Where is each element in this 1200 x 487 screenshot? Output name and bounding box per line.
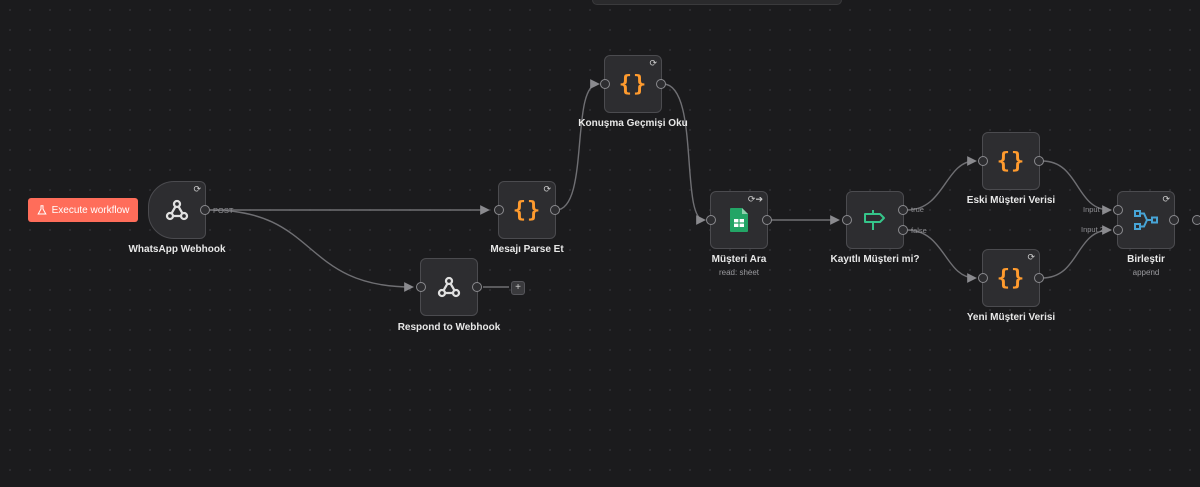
node-musteri-ara[interactable]: ⟳➔ bbox=[706, 191, 772, 249]
port-label-post: POST bbox=[213, 206, 234, 215]
port-label-true: true bbox=[911, 205, 924, 214]
node-label-eski-musteri-verisi: Eski Müşteri Verisi bbox=[966, 195, 1056, 206]
node-sublabel-musteri-ara: read: sheet bbox=[718, 268, 760, 277]
webhook-icon bbox=[437, 276, 461, 298]
input-handle[interactable] bbox=[706, 215, 716, 225]
port-label-input-1: Input 1 bbox=[1083, 205, 1106, 214]
node-label-mesaji-parse-et: Mesajı Parse Et bbox=[490, 244, 564, 255]
port-label-input-2: Input 2 bbox=[1081, 225, 1104, 234]
input-handle[interactable] bbox=[842, 215, 852, 225]
node-label-yeni-musteri-verisi: Yeni Müşteri Verisi bbox=[966, 312, 1056, 323]
input-handle-2[interactable] bbox=[1113, 225, 1123, 235]
node-status-icon: ⟳ bbox=[1162, 194, 1170, 204]
node-label-respond-to-webhook: Respond to Webhook bbox=[397, 322, 501, 333]
node-yeni-musteri-verisi[interactable]: ⟳ {} bbox=[978, 249, 1044, 307]
code-braces-icon: {} bbox=[996, 265, 1026, 291]
output-handle[interactable] bbox=[1034, 156, 1044, 166]
add-node-button[interactable]: + bbox=[511, 281, 525, 295]
input-handle[interactable] bbox=[978, 273, 988, 283]
input-handle[interactable] bbox=[600, 79, 610, 89]
node-birlestir[interactable]: ⟳ bbox=[1113, 191, 1179, 249]
output-handle[interactable] bbox=[1034, 273, 1044, 283]
execute-workflow-button[interactable]: Execute workflow bbox=[28, 198, 138, 222]
edge-if-true bbox=[906, 156, 977, 211]
code-braces-icon: {} bbox=[996, 148, 1026, 174]
node-label-whatsapp-webhook: WhatsApp Webhook bbox=[128, 244, 226, 255]
output-handle-true[interactable] bbox=[898, 205, 908, 215]
merge-icon bbox=[1134, 210, 1158, 230]
node-konusma-gecmisi-oku[interactable]: ⟳ {} bbox=[600, 55, 666, 113]
node-status-icon: ⟳ bbox=[543, 184, 551, 194]
edge-webhook-respond bbox=[209, 209, 414, 292]
output-handle[interactable] bbox=[550, 205, 560, 215]
node-label-konusma-gecmisi-oku: Konuşma Geçmişi Oku bbox=[578, 118, 688, 129]
execute-workflow-label: Execute workflow bbox=[51, 204, 130, 216]
port-label-false: false bbox=[911, 226, 927, 235]
node-whatsapp-webhook[interactable]: ⟳ bbox=[148, 181, 210, 239]
node-eski-musteri-verisi[interactable]: {} bbox=[978, 132, 1044, 190]
node-status-icon: ⟳➔ bbox=[747, 194, 763, 204]
input-handle-1[interactable] bbox=[1113, 205, 1123, 215]
if-signpost-icon bbox=[864, 210, 885, 230]
node-status-icon: ⟳ bbox=[649, 58, 657, 68]
code-braces-icon: {} bbox=[618, 71, 648, 97]
offscreen-node-handle bbox=[1192, 215, 1200, 225]
edge-new-merge bbox=[1041, 225, 1112, 279]
node-respond-to-webhook[interactable] bbox=[416, 258, 482, 316]
output-handle[interactable] bbox=[656, 79, 666, 89]
google-sheets-icon bbox=[730, 208, 748, 232]
node-label-kayitli-musteri-mi: Kayıtlı Müşteri mi? bbox=[830, 254, 920, 265]
input-handle[interactable] bbox=[416, 282, 426, 292]
input-handle[interactable] bbox=[494, 205, 504, 215]
flask-icon bbox=[36, 205, 47, 215]
node-status-icon: ⟳ bbox=[193, 184, 201, 194]
code-braces-icon: {} bbox=[512, 197, 542, 223]
edge-history-search bbox=[662, 83, 706, 225]
webhook-icon bbox=[165, 199, 189, 221]
node-mesaji-parse-et[interactable]: ⟳ {} bbox=[494, 181, 560, 239]
input-handle[interactable] bbox=[978, 156, 988, 166]
node-kayitli-musteri-mi[interactable] bbox=[842, 191, 908, 249]
output-handle[interactable] bbox=[762, 215, 772, 225]
output-handle[interactable] bbox=[472, 282, 482, 292]
edge-parse-history bbox=[555, 79, 600, 211]
node-status-icon: ⟳ bbox=[1027, 252, 1035, 262]
node-sublabel-birlestir: append bbox=[1132, 268, 1160, 277]
node-label-musteri-ara: Müşteri Ara bbox=[711, 254, 767, 265]
node-label-birlestir: Birleştir bbox=[1127, 254, 1165, 265]
output-handle[interactable] bbox=[1169, 215, 1179, 225]
output-handle-false[interactable] bbox=[898, 225, 908, 235]
output-handle[interactable] bbox=[200, 205, 210, 215]
